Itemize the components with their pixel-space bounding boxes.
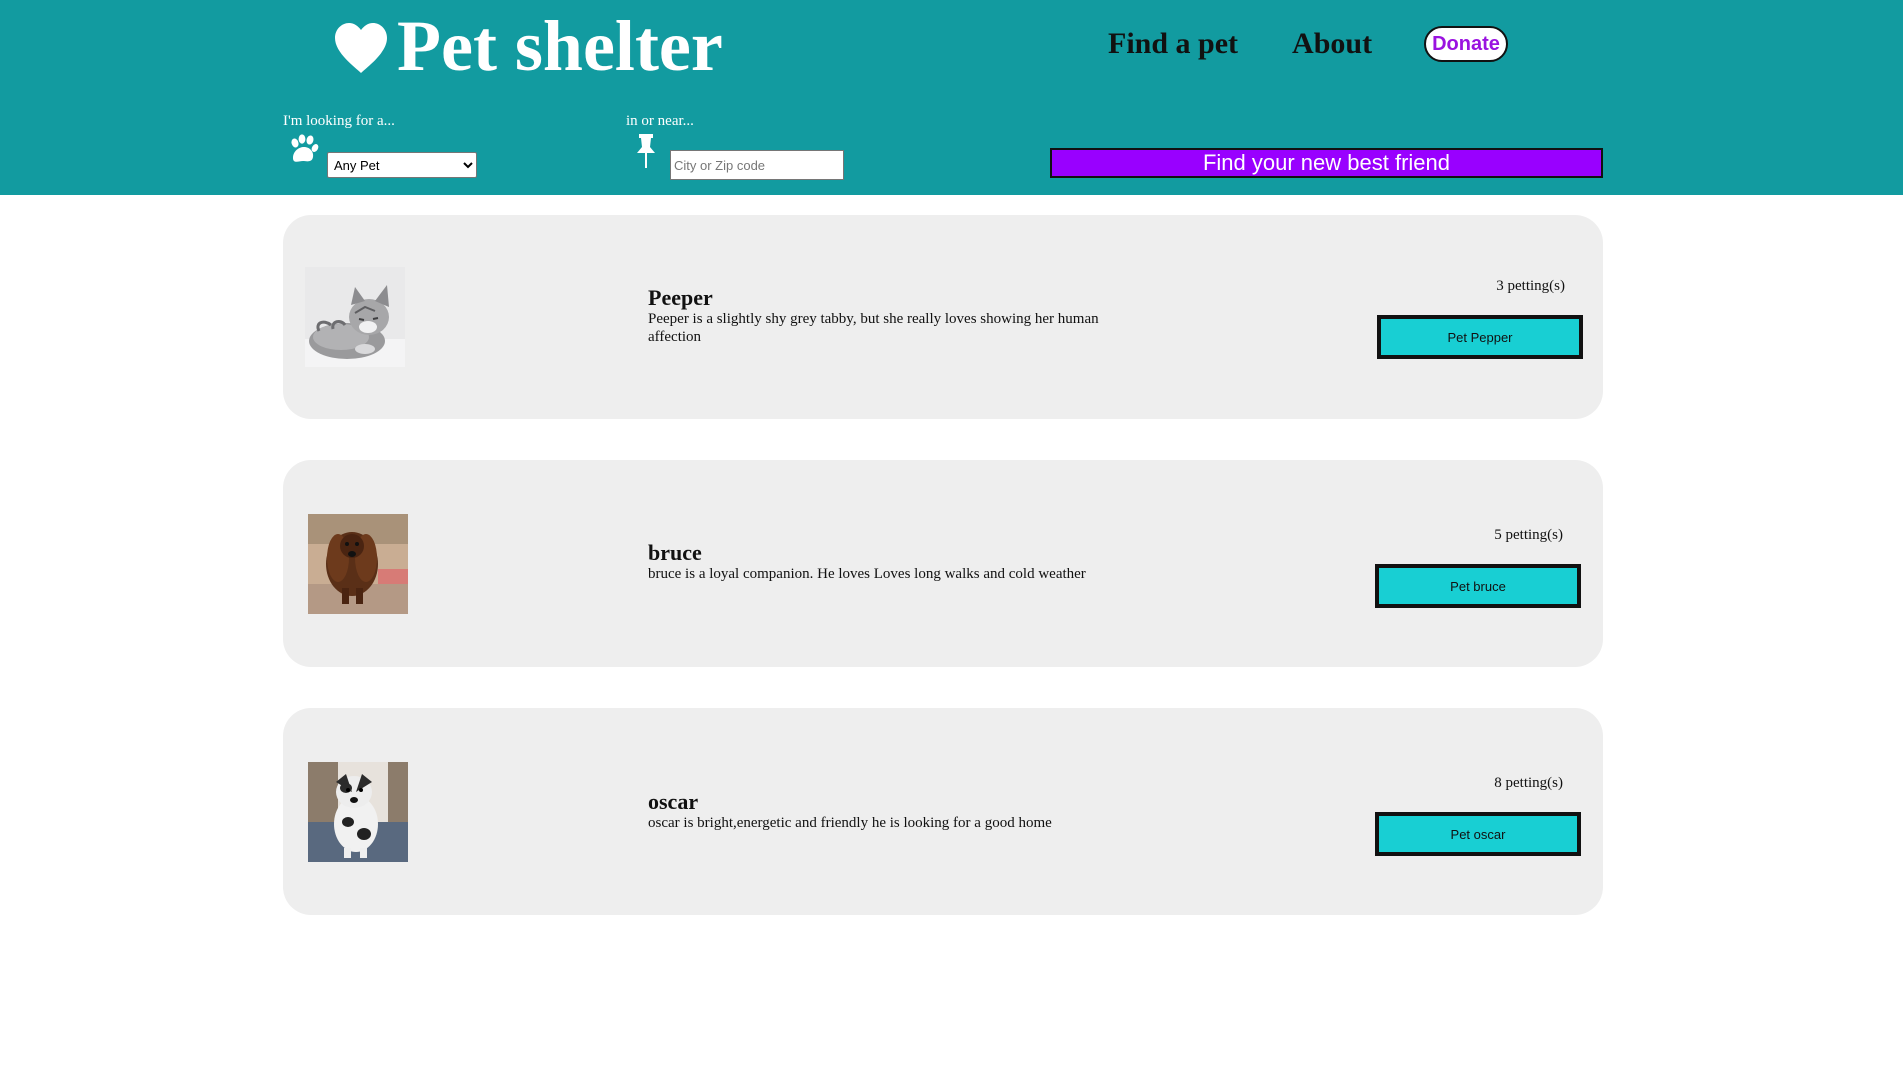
location-input[interactable] [670,150,844,180]
heart-icon [335,23,387,73]
main-nav: Find a pet About Donate [1108,22,1508,66]
cat-photo [305,267,405,367]
donate-button[interactable]: Donate [1424,26,1508,62]
pet-photo-puppy [308,762,408,862]
nav-about[interactable]: About [1292,22,1372,66]
petting-count: 5 petting(s) [1494,527,1563,543]
location-search: in or near... [626,112,844,180]
pet-description: Peeper is a slightly shy grey tabby, but… [648,311,1099,345]
petting-count: 3 petting(s) [1496,278,1565,294]
pet-info: bruce bruce is a loyal companion. He lov… [648,541,1148,583]
pet-description: bruce is a loyal companion. He loves Lov… [648,566,1086,582]
pet-info: oscar oscar is bright,energetic and frie… [648,790,1148,832]
pet-button-oscar[interactable]: Pet oscar [1375,812,1581,856]
pet-name: oscar [648,789,699,814]
pet-card: oscar oscar is bright,energetic and frie… [283,708,1603,915]
brand[interactable]: Pet shelter [333,6,723,86]
pet-card: bruce bruce is a loyal companion. He lov… [283,460,1603,667]
dachshund-photo [308,514,408,614]
pet-description: oscar is bright,energetic and friendly h… [648,815,1052,831]
paw-icon [291,134,319,162]
find-best-friend-button[interactable]: Find your new best friend [1050,148,1603,178]
pet-photo-dog [308,514,408,614]
pet-name: bruce [648,540,702,565]
pet-list: Peeper Peeper is a slightly shy grey tab… [283,215,1603,956]
site-header: Pet shelter Find a pet About Donate I'm … [0,0,1903,195]
pin-icon [637,134,655,168]
pet-name: Peeper [648,285,713,310]
pet-type-search: I'm looking for a... Any Pet [283,112,477,178]
pet-button-bruce[interactable]: Pet bruce [1375,564,1581,608]
location-label: in or near... [626,113,694,129]
puppy-photo [308,762,408,862]
pet-type-label: I'm looking for a... [283,113,395,129]
pet-photo-cat [305,267,405,367]
pet-button-peeper[interactable]: Pet Pepper [1377,315,1583,359]
petting-count: 8 petting(s) [1494,775,1563,791]
pet-info: Peeper Peeper is a slightly shy grey tab… [648,286,1148,346]
pet-type-select[interactable]: Any Pet [327,152,477,178]
nav-find-a-pet[interactable]: Find a pet [1108,22,1238,66]
pet-card: Peeper Peeper is a slightly shy grey tab… [283,215,1603,419]
site-title: Pet shelter [397,6,723,86]
